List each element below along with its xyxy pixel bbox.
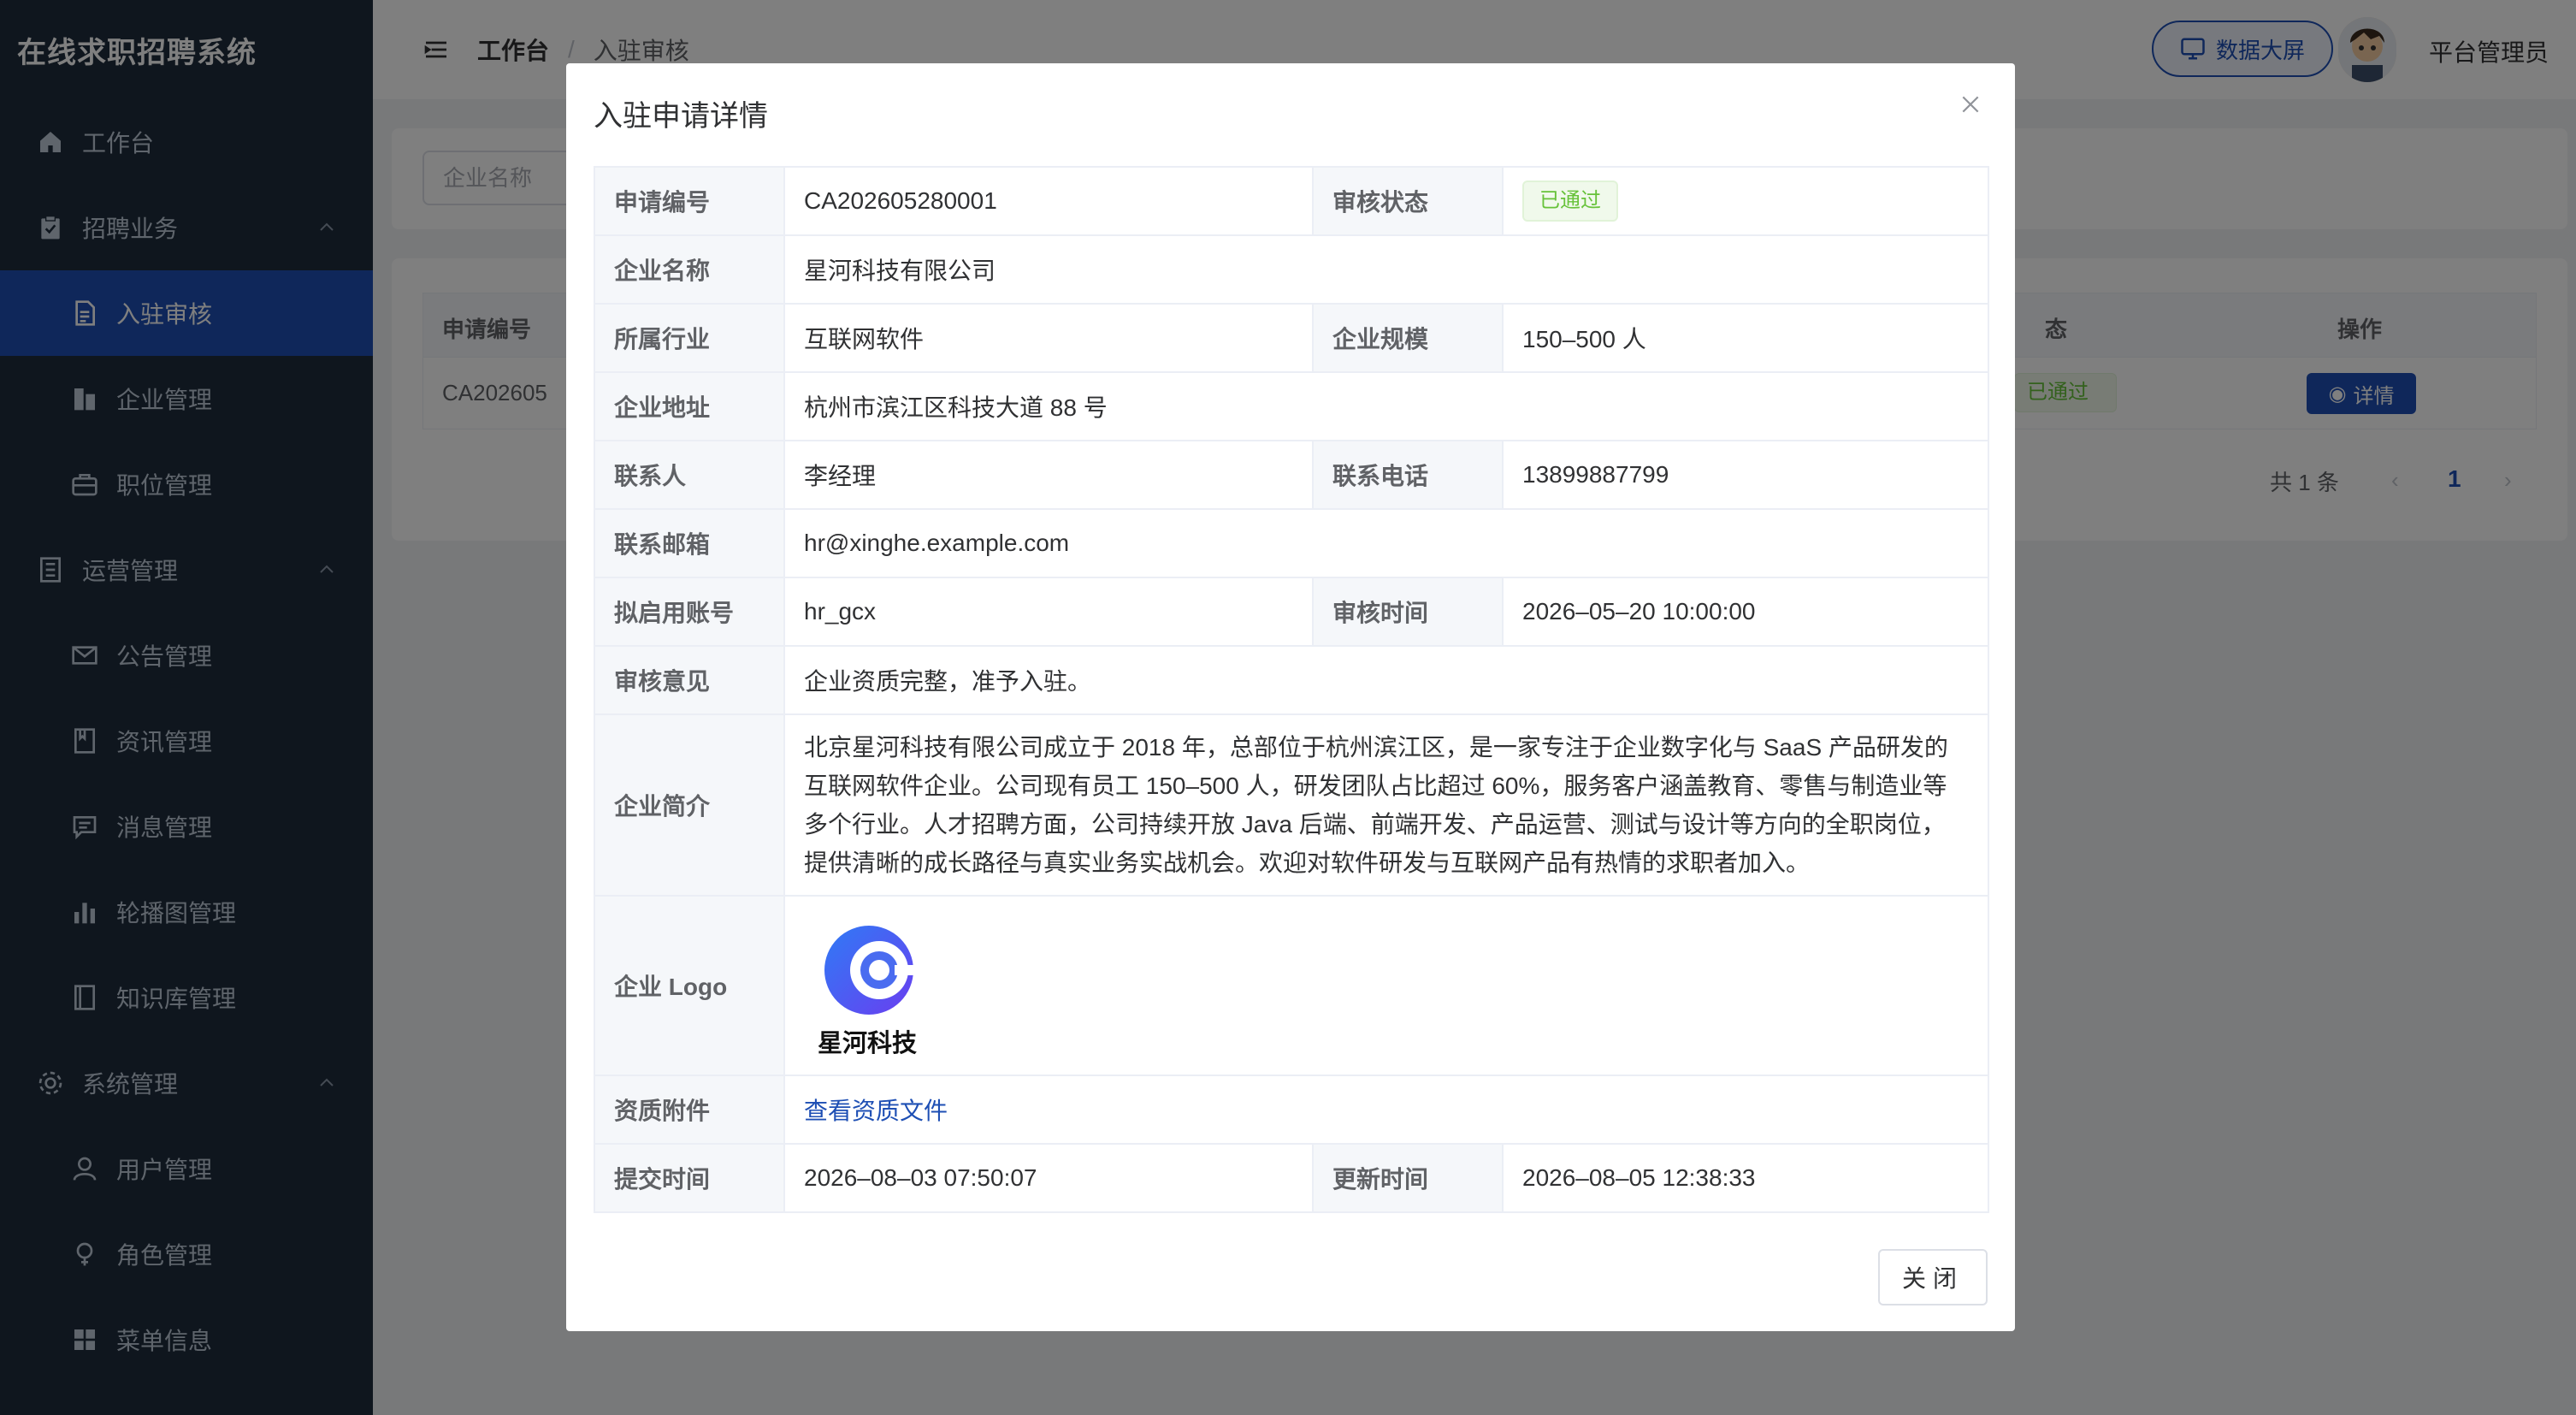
label-status: 审核状态 [1312, 166, 1504, 236]
value-company-name: 星河科技有限公司 [783, 234, 1989, 305]
label-intro: 企业简介 [594, 713, 785, 897]
label-company-name: 企业名称 [594, 234, 785, 305]
intro-line: 提供清晰的成长路径与真实业务实战机会。欢迎对软件研发与互联网产品有热情的求职者加… [804, 850, 1811, 876]
label-contact: 联系人 [594, 440, 785, 510]
value-review-opinion: 企业资质完整，准予入驻。 [783, 645, 1989, 715]
label-account: 拟启用账号 [594, 577, 785, 647]
label-app-no: 申请编号 [594, 166, 785, 236]
intro-line: 互联网软件企业。公司现有员工 150–500 人，研发团队占比超过 60%，服务… [804, 773, 1947, 799]
label-update-time: 更新时间 [1312, 1143, 1504, 1213]
intro-line: 多个行业。人才招聘方面，公司持续开放 Java 后端、前端开发、产品运营、测试与… [804, 811, 1946, 838]
label-logo: 企业 Logo [594, 895, 785, 1076]
value-intro: 北京星河科技有限公司成立于 2018 年，总部位于杭州滨江区，是一家专注于企业数… [783, 713, 1989, 897]
value-submit-time: 2026–08–03 07:50:07 [783, 1143, 1314, 1213]
close-button[interactable]: 关闭 [1878, 1249, 1988, 1305]
value-review-time: 2026–05–20 10:00:00 [1502, 577, 1989, 647]
label-phone: 联系电话 [1312, 440, 1504, 510]
label-review-time: 审核时间 [1312, 577, 1504, 647]
label-submit-time: 提交时间 [594, 1143, 785, 1213]
company-logo-icon [824, 926, 920, 1015]
status-badge: 已通过 [1522, 181, 1618, 222]
view-qualification-link[interactable]: 查看资质文件 [804, 1098, 948, 1124]
value-update-time: 2026–08–05 12:38:33 [1502, 1143, 1989, 1213]
application-detail-dialog: 入驻申请详情 申请编号 CA202605280001 审核状态 已通过 企业名称… [566, 63, 2015, 1331]
value-scale: 150–500 人 [1502, 303, 1989, 373]
value-phone: 13899887799 [1502, 440, 1989, 510]
value-app-no: CA202605280001 [783, 166, 1314, 236]
label-attachment: 资质附件 [594, 1075, 785, 1145]
value-address: 杭州市滨江区科技大道 88 号 [783, 371, 1989, 441]
label-industry: 所属行业 [594, 303, 785, 373]
value-industry: 互联网软件 [783, 303, 1314, 373]
close-icon [1962, 96, 1979, 113]
value-account: hr_gcx [783, 577, 1314, 647]
label-scale: 企业规模 [1312, 303, 1504, 373]
label-address: 企业地址 [594, 371, 785, 441]
dialog-title: 入驻申请详情 [594, 100, 768, 133]
value-email: hr@xinghe.example.com [783, 508, 1989, 578]
company-logo-text: 星河科技 [818, 1030, 918, 1057]
value-attachment-cell: 查看资质文件 [783, 1075, 1989, 1145]
intro-line: 北京星河科技有限公司成立于 2018 年，总部位于杭州滨江区，是一家专注于企业数… [804, 734, 1948, 761]
company-logo: 星河科技 [804, 912, 1969, 1059]
value-contact: 李经理 [783, 440, 1314, 510]
label-email: 联系邮箱 [594, 508, 785, 578]
value-status-cell: 已通过 [1502, 166, 1989, 236]
value-logo: 星河科技 [783, 895, 1989, 1076]
dialog-close-button[interactable] [1953, 87, 1988, 121]
label-review-opinion: 审核意见 [594, 645, 785, 715]
detail-descriptions: 申请编号 CA202605280001 审核状态 已通过 企业名称 星河科技有限… [594, 166, 1989, 1213]
